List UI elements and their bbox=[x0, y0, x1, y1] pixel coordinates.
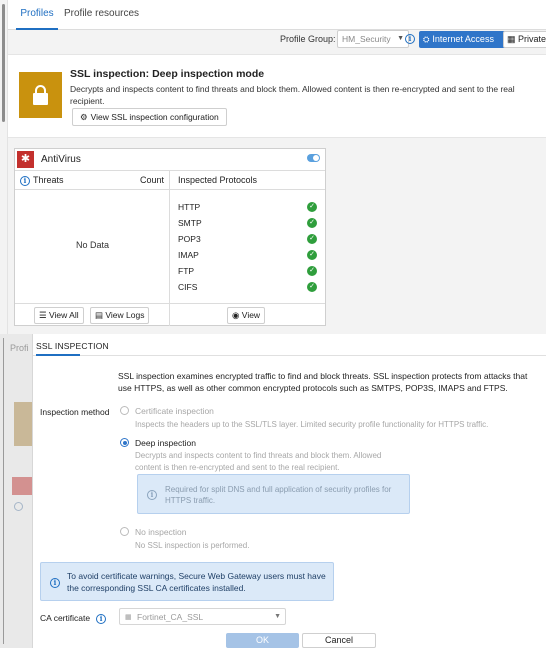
inspection-method-label: Inspection method bbox=[40, 407, 110, 417]
protocol-name: HTTP bbox=[178, 202, 201, 212]
certificate-inspection-title: Certificate inspection bbox=[135, 406, 214, 416]
gear-icon: ⚙ bbox=[80, 112, 88, 122]
deep-inspection-desc: Decrypts and inspects content to find th… bbox=[135, 451, 382, 472]
background-lock-icon bbox=[14, 402, 32, 446]
profile-group-value: HM_Security bbox=[342, 34, 391, 44]
info-icon[interactable]: i bbox=[405, 34, 415, 44]
background-tab: Profi bbox=[10, 343, 29, 353]
check-icon: ✓ bbox=[307, 202, 317, 212]
private-button[interactable]: ▦ Private bbox=[503, 31, 546, 48]
check-icon: ✓ bbox=[307, 266, 317, 276]
antivirus-card: ✱ AntiVirus i Threats Count No Data ☰ Vie… bbox=[14, 148, 326, 326]
view-ssl-config-button[interactable]: ⚙ View SSL inspection configuration bbox=[72, 108, 227, 126]
tab-profile-resources[interactable]: Profile resources bbox=[64, 0, 139, 30]
info-icon[interactable]: i bbox=[20, 176, 30, 186]
info-icon[interactable]: i bbox=[96, 614, 107, 624]
chevron-down-icon: ▼ bbox=[397, 35, 404, 42]
ca-certificate-value: Fortinet_CA_SSL bbox=[137, 612, 204, 622]
no-data-text: No Data bbox=[75, 240, 110, 250]
profile-group-label: Profile Group: bbox=[280, 34, 336, 44]
dialog-header: SSL INSPECTION bbox=[33, 334, 546, 356]
logs-icon: ▤ bbox=[95, 310, 104, 320]
cancel-button[interactable]: Cancel bbox=[302, 633, 376, 648]
deep-inspection-title: Deep inspection bbox=[135, 438, 196, 448]
page-scrollbar[interactable] bbox=[0, 0, 8, 334]
view-ssl-config-label: View SSL inspection configuration bbox=[90, 112, 219, 122]
protocols-panel: Inspected Protocols HTTP ✓ SMTP ✓ POP3 ✓ IM… bbox=[170, 171, 325, 326]
deep-inspection-hint: i Required for split DNS and full applic… bbox=[137, 474, 410, 514]
no-inspection-radio[interactable] bbox=[120, 527, 129, 536]
ca-certificate-label-text: CA certificate bbox=[40, 613, 91, 623]
view-all-button[interactable]: ☰ View All bbox=[34, 307, 84, 324]
antivirus-toggle[interactable] bbox=[307, 154, 320, 162]
no-inspection-desc: No SSL inspection is performed. bbox=[135, 541, 250, 550]
ok-button[interactable]: OK bbox=[226, 633, 299, 648]
background-bug-icon bbox=[12, 477, 32, 495]
no-inspection-title: No inspection bbox=[135, 527, 187, 537]
ssl-inspection-banner: SSL inspection: Deep inspection mode Dec… bbox=[8, 54, 546, 138]
certificate-warning: i To avoid certificate warnings, Secure … bbox=[40, 562, 334, 601]
protocol-name: CIFS bbox=[178, 282, 198, 292]
ssl-banner-title: SSL inspection: Deep inspection mode bbox=[70, 68, 265, 80]
certificate-warning-text: To avoid certificate warnings, Secure We… bbox=[67, 571, 326, 593]
protocols-footer: ◉ View bbox=[170, 303, 325, 326]
certificate-icon: ▦ bbox=[125, 614, 132, 621]
check-icon: ✓ bbox=[307, 282, 317, 292]
info-icon: i bbox=[147, 490, 157, 500]
internet-access-button[interactable]: ⛭ Internet Access bbox=[419, 31, 508, 48]
profile-group-select[interactable]: HM_Security ▼ bbox=[337, 30, 409, 48]
lock-icon bbox=[19, 72, 62, 118]
ca-certificate-select[interactable]: ▦ Fortinet_CA_SSL ▼ bbox=[119, 608, 286, 625]
deep-inspection-radio[interactable] bbox=[120, 438, 129, 447]
view-label: View bbox=[241, 310, 261, 320]
qr-icon: ▦ bbox=[507, 34, 516, 44]
protocol-name: IMAP bbox=[178, 250, 199, 260]
check-icon: ✓ bbox=[307, 218, 317, 228]
threats-header: Threats bbox=[33, 175, 64, 185]
certificate-inspection-radio[interactable] bbox=[120, 406, 129, 415]
list-icon: ☰ bbox=[39, 310, 47, 320]
dialog-intro: SSL inspection examines encrypted traffi… bbox=[118, 371, 528, 393]
count-header: Count bbox=[139, 175, 164, 185]
background-page: Profi bbox=[0, 334, 33, 648]
profiles-page: Profiles Profile resources Profile Group… bbox=[0, 0, 546, 334]
protocol-name: POP3 bbox=[178, 234, 201, 244]
private-label: Private bbox=[518, 34, 546, 44]
view-logs-label: View Logs bbox=[105, 310, 145, 320]
antivirus-header: ✱ AntiVirus bbox=[15, 149, 325, 171]
protocol-name: SMTP bbox=[178, 218, 202, 228]
ssl-inspection-dialog: SSL INSPECTION SSL inspection examines e… bbox=[33, 334, 546, 648]
check-icon: ✓ bbox=[307, 234, 317, 244]
background-info-icon bbox=[14, 502, 23, 511]
ssl-inspection-view: Profi SSL INSPECTION SSL inspection exam… bbox=[0, 334, 546, 648]
bug-icon: ✱ bbox=[17, 151, 34, 168]
threats-footer: ☰ View All ▤ View Logs bbox=[15, 303, 170, 326]
internet-access-label: Internet Access bbox=[432, 34, 494, 44]
ca-certificate-label: CA certificate i bbox=[40, 613, 107, 624]
info-icon: i bbox=[50, 578, 60, 588]
threats-panel: i Threats Count No Data ☰ View All ▤ View… bbox=[15, 171, 170, 326]
chevron-down-icon: ▼ bbox=[274, 613, 281, 620]
protocols-header: Inspected Protocols bbox=[170, 171, 325, 190]
view-all-label: View All bbox=[49, 310, 79, 320]
toolbar: Profile Group: HM_Security ▼ i ⛭ Internet… bbox=[8, 30, 546, 50]
antivirus-title: AntiVirus bbox=[41, 154, 81, 165]
view-logs-button[interactable]: ▤ View Logs bbox=[90, 307, 150, 324]
tab-bar: Profiles Profile resources bbox=[8, 0, 546, 30]
certificate-inspection-desc: Inspects the headers up to the SSL/TLS l… bbox=[135, 420, 489, 429]
view-button[interactable]: ◉ View bbox=[227, 307, 266, 324]
eye-icon: ◉ bbox=[232, 310, 240, 320]
protocol-name: FTP bbox=[178, 266, 195, 276]
ssl-banner-description: Decrypts and inspects content to find th… bbox=[70, 84, 515, 106]
deep-inspection-hint-text: Required for split DNS and full applicat… bbox=[165, 485, 392, 505]
check-icon: ✓ bbox=[307, 250, 317, 260]
tab-profiles[interactable]: Profiles bbox=[16, 0, 58, 30]
threats-header-row: i Threats Count bbox=[15, 171, 170, 190]
scrollbar-thumb[interactable] bbox=[2, 4, 5, 122]
sitemap-icon: ⛭ bbox=[423, 35, 430, 44]
dialog-title: SSL INSPECTION bbox=[36, 341, 109, 351]
